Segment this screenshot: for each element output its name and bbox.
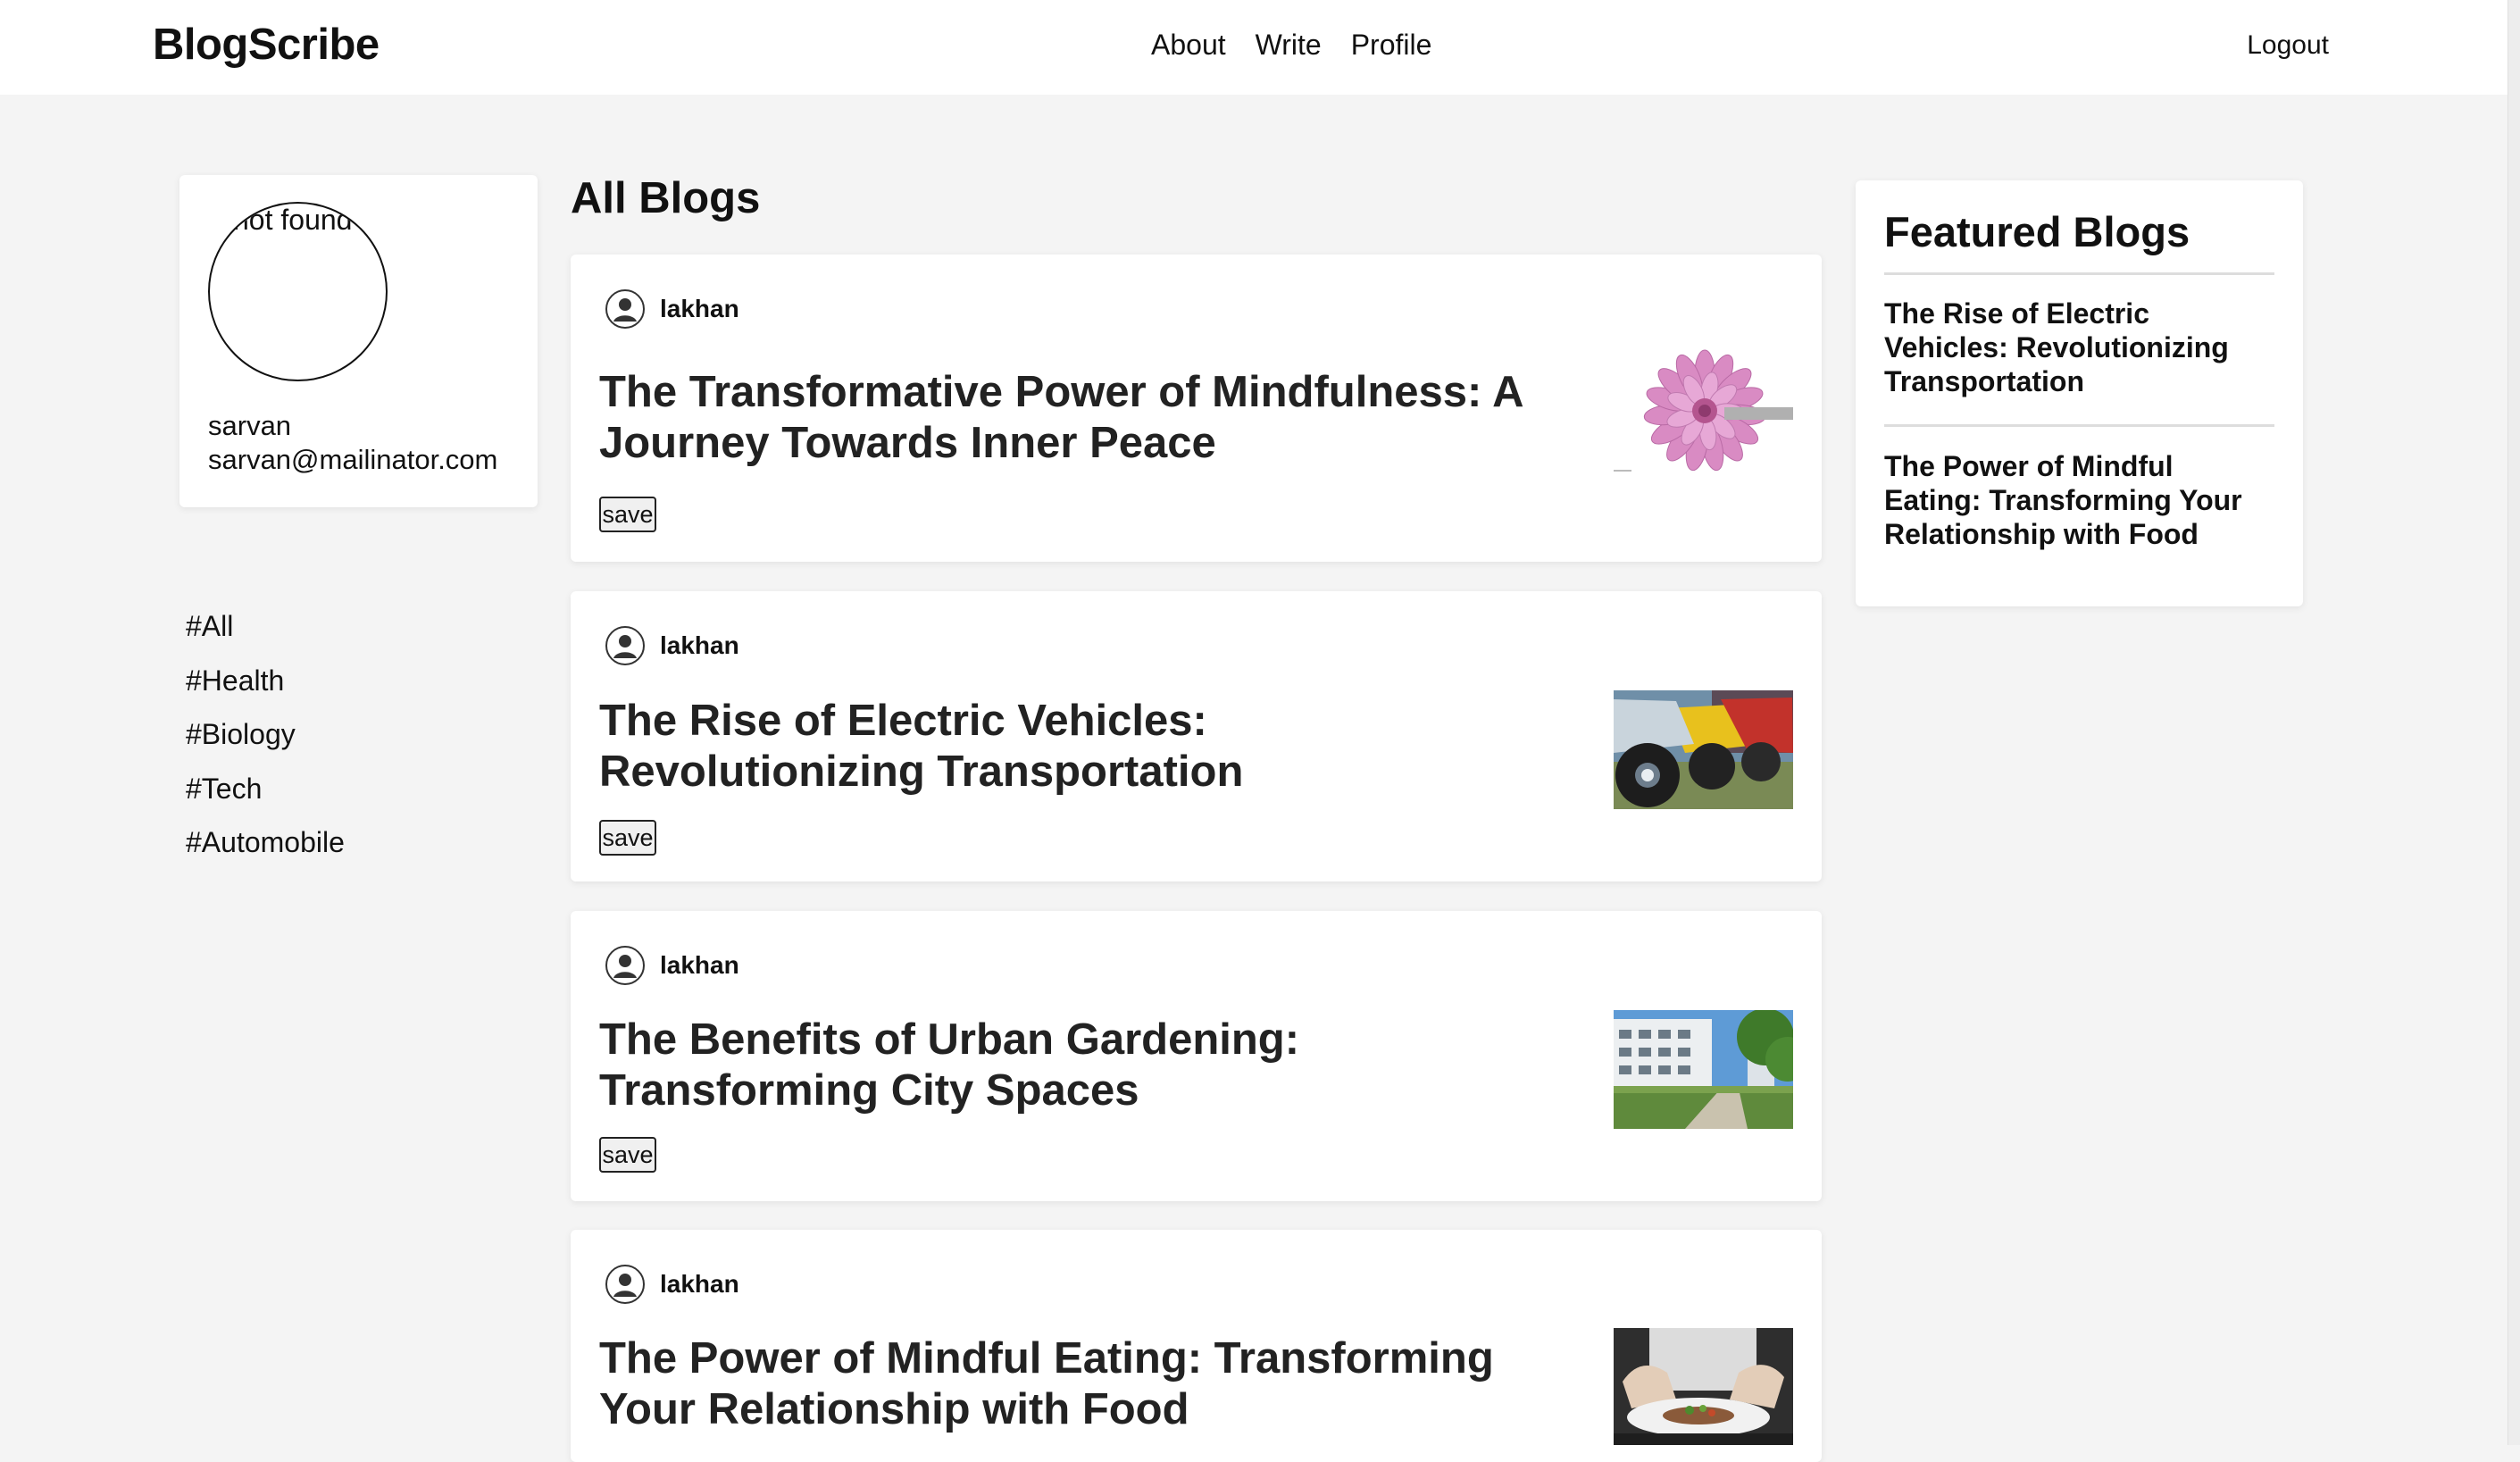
food-image-icon	[1614, 1328, 1793, 1445]
save-button[interactable]: save	[599, 1137, 656, 1173]
tag-automobile[interactable]: #Automobile	[186, 823, 345, 878]
blog-card[interactable]: lakhan The Transformative Power of Mindf…	[571, 255, 1822, 562]
flower-image-icon	[1614, 348, 1793, 473]
nav-profile-link[interactable]: Profile	[1351, 29, 1432, 62]
user-avatar-icon	[605, 626, 645, 665]
brand-logo[interactable]: BlogScribe	[153, 20, 380, 70]
scooter-image-icon	[1614, 690, 1793, 809]
featured-divider	[1884, 424, 2274, 427]
featured-blogs-panel: Featured Blogs The Rise of Electric Vehi…	[1856, 180, 2303, 606]
post-author: lakhan	[605, 288, 739, 330]
tag-all[interactable]: #All	[186, 607, 345, 662]
user-avatar-icon	[605, 946, 645, 985]
post-title[interactable]: The Benefits of Urban Gardening: Transfo…	[599, 1015, 1528, 1116]
tag-health[interactable]: #Health	[186, 662, 345, 716]
profile-card: not found sarvan sarvan@mailinator.com	[179, 175, 538, 507]
post-thumbnail-scooters[interactable]	[1614, 690, 1793, 809]
post-thumbnail-garden[interactable]	[1614, 1010, 1793, 1129]
page-scrollbar[interactable]	[2507, 0, 2520, 1445]
user-avatar-icon	[605, 1265, 645, 1304]
post-title[interactable]: The Rise of Electric Vehicles: Revolutio…	[599, 696, 1528, 798]
tag-biology[interactable]: #Biology	[186, 715, 345, 770]
nav-write-link[interactable]: Write	[1256, 29, 1322, 62]
profile-name: sarvan	[208, 410, 292, 441]
post-thumbnail-flower[interactable]	[1614, 348, 1793, 473]
tag-list: #All #Health #Biology #Tech #Automobile	[186, 607, 345, 878]
post-author: lakhan	[605, 1264, 739, 1305]
blog-card[interactable]: lakhan The Power of Mindful Eating: Tran…	[571, 1230, 1822, 1462]
save-button[interactable]: save	[599, 497, 656, 532]
tag-tech[interactable]: #Tech	[186, 770, 345, 824]
main-nav: About Write Profile	[1151, 29, 1431, 62]
logout-button[interactable]: Logout	[2247, 30, 2329, 61]
featured-item[interactable]: The Power of Mindful Eating: Transformin…	[1884, 449, 2277, 551]
avatar: not found	[208, 202, 388, 381]
profile-email: sarvan@mailinator.com	[208, 444, 498, 475]
garden-image-icon	[1614, 1010, 1793, 1129]
post-thumbnail-food[interactable]	[1614, 1328, 1793, 1445]
page-title: All Blogs	[571, 174, 761, 222]
author-name: lakhan	[660, 631, 739, 659]
author-name: lakhan	[660, 1270, 739, 1298]
blog-card[interactable]: lakhan The Rise of Electric Vehicles: Re…	[571, 591, 1822, 881]
featured-item[interactable]: The Rise of Electric Vehicles: Revolutio…	[1884, 297, 2277, 398]
author-name: lakhan	[660, 951, 739, 979]
save-button[interactable]: save	[599, 820, 656, 856]
blog-card[interactable]: lakhan The Benefits of Urban Gardening: …	[571, 911, 1822, 1201]
featured-title: Featured Blogs	[1884, 208, 2190, 255]
author-name: lakhan	[660, 295, 739, 322]
post-title[interactable]: The Power of Mindful Eating: Transformin…	[599, 1333, 1528, 1435]
nav-about-link[interactable]: About	[1151, 29, 1226, 62]
avatar-alt-text: not found	[233, 204, 353, 236]
post-author: lakhan	[605, 945, 739, 986]
post-author: lakhan	[605, 625, 739, 666]
featured-divider	[1884, 272, 2274, 275]
post-title[interactable]: The Transformative Power of Mindfulness:…	[599, 367, 1528, 469]
top-navbar: BlogScribe About Write Profile Logout	[0, 0, 2520, 95]
user-avatar-icon	[605, 289, 645, 329]
